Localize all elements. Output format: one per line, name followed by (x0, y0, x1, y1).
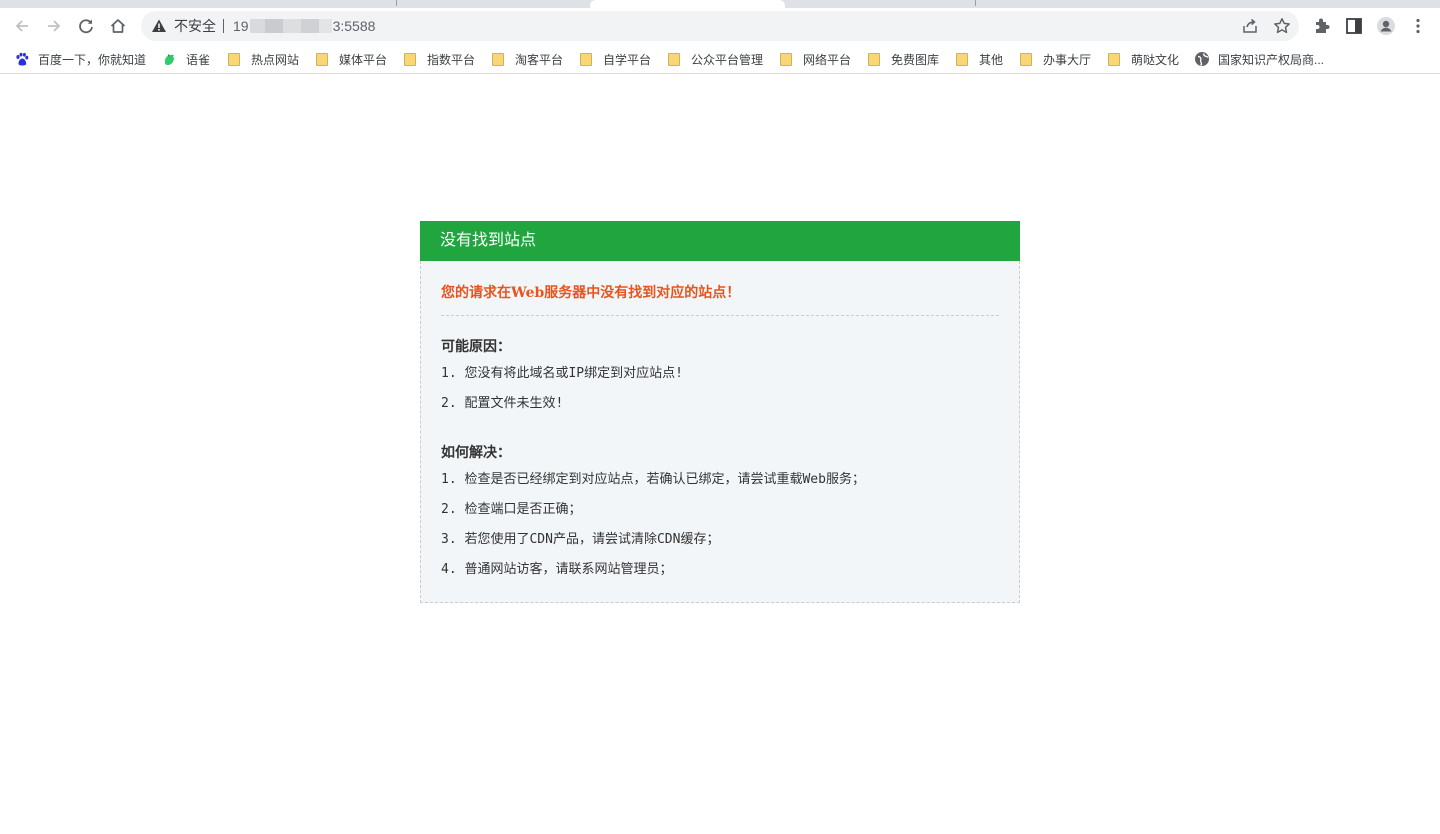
bookmark-cnipa[interactable]: 国家知识产权局商... (1194, 50, 1324, 68)
globe-icon (1195, 52, 1209, 67)
bookmark-folder-mengda[interactable]: 萌哒文化 (1106, 50, 1179, 68)
list-item: 1. 检查是否已经绑定到对应站点，若确认已绑定，请尝试重载Web服务； (441, 472, 865, 487)
bookmark-label: 国家知识产权局商... (1218, 52, 1325, 67)
profile-avatar-icon[interactable] (1376, 16, 1396, 36)
list-item: 3. 若您使用了CDN产品，请尝试清除CDN缓存； (441, 532, 720, 547)
baidu-paw-icon (16, 52, 29, 66)
back-button[interactable] (8, 12, 36, 40)
bookmark-folder-other[interactable]: 其他 (954, 50, 1003, 68)
bookmark-folder-index[interactable]: 指数平台 (402, 50, 475, 68)
browser-toolbar: 不安全 19 3:5588 (0, 8, 1440, 44)
tab-inactive-2[interactable] (200, 0, 590, 8)
error-card: 没有找到站点 您的请求在Web服务器中没有找到对应的站点！ 可能原因： 1. 您… (420, 221, 1020, 603)
home-button[interactable] (104, 12, 132, 40)
folder-icon (1020, 52, 1032, 66)
url-redacted-mask (249, 19, 332, 33)
list-item: 2. 配置文件未生效! (441, 396, 564, 411)
list-item: 4. 普通网站访客，请联系网站管理员； (441, 562, 673, 577)
bookmark-folder-free-images[interactable]: 免费图库 (866, 50, 939, 68)
tab-inactive-3[interactable] (785, 0, 1440, 8)
share-icon[interactable] (1241, 17, 1259, 35)
bookmark-yuque[interactable]: 语雀 (162, 50, 210, 68)
error-body: 您的请求在Web服务器中没有找到对应的站点！ 可能原因： 1. 您没有将此域名或… (420, 261, 1020, 603)
bookmark-folder-media[interactable]: 媒体平台 (314, 50, 387, 68)
bookmark-label: 热点网站 (251, 52, 300, 67)
folder-icon (316, 52, 328, 66)
bookmark-folder-taoke[interactable]: 淘客平台 (490, 50, 563, 68)
bookmark-folder-hot-sites[interactable]: 热点网站 (226, 50, 299, 68)
reload-button[interactable] (72, 12, 100, 40)
bookmark-folder-network[interactable]: 网络平台 (778, 50, 851, 68)
bookmark-label: 免费图库 (891, 52, 940, 67)
error-main-message: 您的请求在Web服务器中没有找到对应的站点！ (441, 261, 999, 316)
folder-icon (404, 52, 416, 66)
star-icon[interactable] (1273, 17, 1291, 35)
bookmark-label: 网络平台 (803, 52, 852, 67)
arrow-right-icon (48, 20, 61, 32)
error-header: 没有找到站点 (420, 221, 1020, 261)
bookmark-label: 萌哒文化 (1131, 52, 1180, 67)
address-bar[interactable]: 不安全 19 3:5588 (141, 11, 1299, 41)
bookmark-label: 其他 (979, 52, 1004, 67)
reasons-list: 1. 您没有将此域名或IP绑定到对应站点! 2. 配置文件未生效! (441, 359, 999, 419)
folder-icon (868, 52, 880, 66)
reload-icon (79, 19, 93, 34)
folder-icon (228, 52, 240, 66)
solutions-title: 如何解决： (441, 445, 511, 461)
folder-icon (492, 52, 504, 66)
list-item: 2. 检查端口是否正确； (441, 502, 582, 517)
bookmark-label: 公众平台管理 (691, 52, 764, 67)
security-label[interactable]: 不安全 (174, 18, 216, 34)
yuque-bird-icon (165, 54, 174, 65)
list-item: 1. 您没有将此域名或IP绑定到对应站点! (441, 366, 683, 381)
bookmark-label: 百度一下，你就知道 (38, 52, 147, 67)
warning-triangle-icon[interactable] (151, 18, 167, 34)
omnibox-divider (223, 19, 224, 33)
bookmark-folder-public-platform[interactable]: 公众平台管理 (666, 50, 763, 68)
forward-button[interactable] (40, 12, 68, 40)
bookmark-folder-service-hall[interactable]: 办事大厅 (1018, 50, 1091, 68)
folder-icon (1108, 52, 1120, 66)
arrow-left-icon (15, 20, 28, 32)
bookmark-label: 指数平台 (427, 52, 476, 67)
bookmark-baidu[interactable]: 百度一下，你就知道 (14, 50, 146, 68)
folder-icon (780, 52, 792, 66)
bookmarks-bar: 百度一下，你就知道 语雀 热点网站 媒体平台 指数平台 淘客平台 自学平台 公众… (0, 44, 1440, 74)
bookmark-label: 语雀 (186, 52, 211, 67)
home-icon (110, 19, 126, 33)
bookmark-folder-self-study[interactable]: 自学平台 (578, 50, 651, 68)
folder-icon (580, 52, 592, 66)
url-suffix: 3:5588 (332, 18, 376, 34)
bookmark-label: 办事大厅 (1043, 52, 1092, 67)
folder-icon (956, 52, 968, 66)
tab-strip (0, 0, 1440, 8)
bookmark-label: 媒体平台 (339, 52, 388, 67)
solutions-list: 1. 检查是否已经绑定到对应站点，若确认已绑定，请尝试重载Web服务； 2. 检… (441, 465, 999, 585)
url-prefix: 19 (233, 18, 249, 34)
extensions-puzzle-icon[interactable] (1312, 16, 1332, 36)
url-text[interactable]: 19 3:5588 (233, 18, 375, 34)
bookmark-label: 淘客平台 (515, 52, 564, 67)
menu-kebab-icon[interactable] (1408, 16, 1428, 36)
side-panel-icon[interactable] (1344, 16, 1364, 36)
folder-icon (668, 52, 680, 66)
bookmark-label: 自学平台 (603, 52, 652, 67)
reasons-title: 可能原因： (441, 339, 511, 355)
tab-active[interactable] (590, 0, 785, 8)
